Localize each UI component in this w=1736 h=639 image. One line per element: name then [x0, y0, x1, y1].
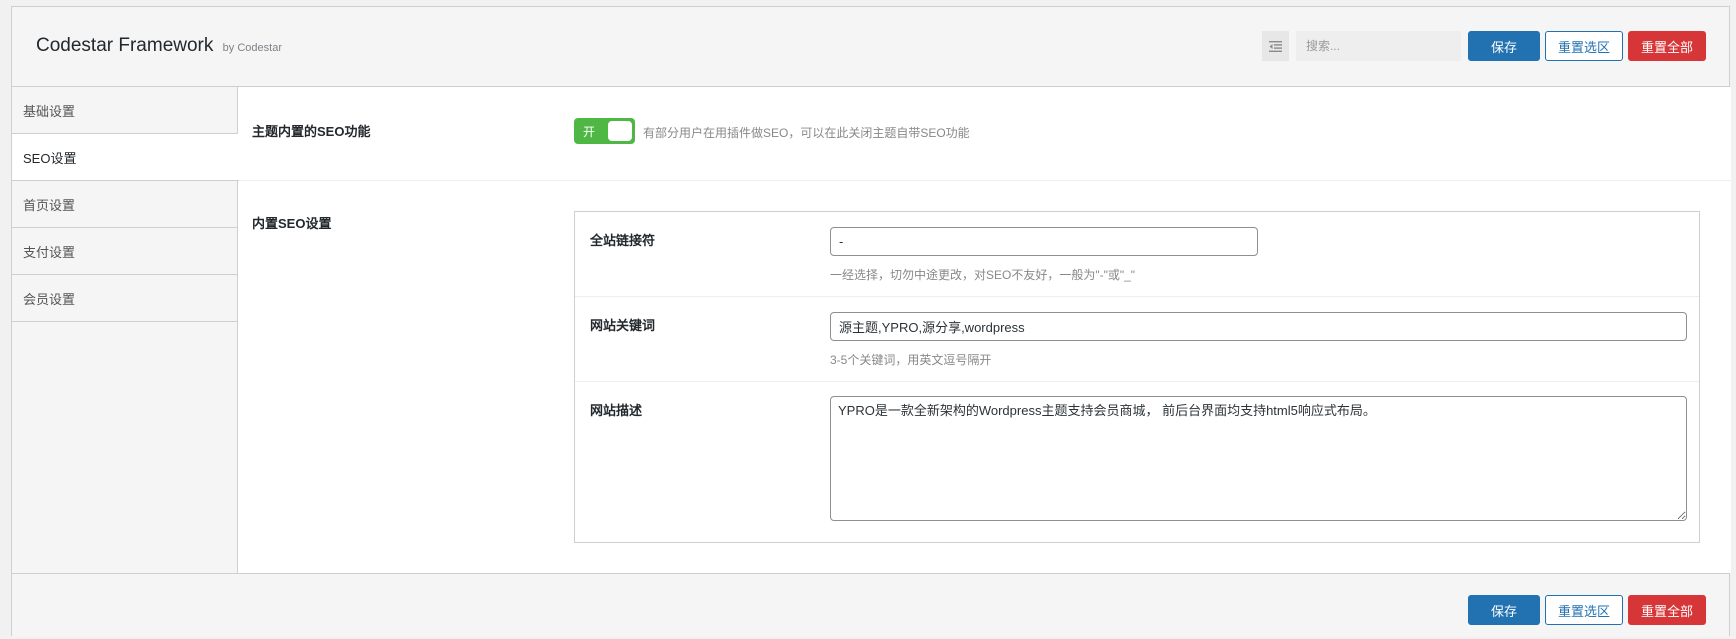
sidebar-item-member[interactable]: 会员设置: [12, 275, 237, 322]
sidebar-item-label: 支付设置: [23, 244, 76, 260]
switch-on-label: 开: [583, 124, 596, 139]
seo-switch[interactable]: 开: [574, 118, 635, 144]
reset-all-button[interactable]: 重置全部: [1627, 31, 1706, 61]
subfield-title: 网站描述: [590, 403, 643, 418]
field-description: 有部分用户在用插件做SEO，可以在此关闭主题自带SEO功能: [643, 126, 970, 140]
site-description-textarea[interactable]: YPRO是一款全新架构的Wordpress主题支持会员商城， 前后台界面均支持h…: [830, 396, 1687, 521]
sidebar-item-home[interactable]: 首页设置: [12, 181, 237, 228]
footer-reset-section-button[interactable]: 重置选区: [1544, 595, 1623, 625]
options-footer: 保存 重置选区 重置全部: [12, 573, 1729, 637]
field-title: 内置SEO设置: [252, 216, 332, 231]
search-input[interactable]: [1295, 31, 1461, 61]
outdent-icon: [1268, 40, 1282, 52]
subfield-title: 网站关键词: [590, 318, 656, 333]
brand-title: Codestar Framework: [36, 35, 214, 56]
sidebar-item-payment[interactable]: 支付设置: [12, 228, 237, 275]
sidebar-item-basic[interactable]: 基础设置: [12, 87, 237, 134]
field-title: 主题内置的SEO功能: [252, 124, 371, 139]
footer-actions: 保存 重置选区 重置全部: [1467, 595, 1706, 625]
footer-save-button[interactable]: 保存: [1467, 595, 1540, 625]
subfield-description: 一经选择，切勿中途更改，对SEO不友好，一般为"-"或"_": [830, 268, 1136, 282]
reset-section-button[interactable]: 重置选区: [1544, 31, 1623, 61]
description-subfield: 网站描述 YPRO是一款全新架构的Wordpress主题支持会员商城， 前后台界…: [575, 382, 1699, 542]
subfield-title: 全站链接符: [590, 233, 656, 248]
switch-knob: [608, 121, 632, 141]
sidebar-item-label: 会员设置: [23, 291, 76, 307]
keywords-input[interactable]: [830, 312, 1687, 341]
save-button[interactable]: 保存: [1467, 31, 1540, 61]
sidebar-nav: 基础设置 SEO设置 首页设置 支付设置 会员设置: [12, 87, 239, 573]
separator-subfield: 全站链接符 一经选择，切勿中途更改，对SEO不友好，一般为"-"或"_": [575, 212, 1699, 297]
subfield-description: 3-5个关键词，用英文逗号隔开: [830, 353, 992, 367]
brand-subtitle: by Codestar: [222, 42, 282, 54]
expand-all-button[interactable]: [1261, 31, 1289, 61]
keywords-subfield: 网站关键词 3-5个关键词，用英文逗号隔开: [575, 297, 1699, 382]
header-actions: 保存 重置选区 重置全部: [1261, 31, 1706, 61]
sidebar-item-label: 首页设置: [23, 197, 76, 213]
brand: Codestar Framework by Codestar: [36, 35, 282, 57]
seo-toggle-field: 主题内置的SEO功能 开 有部分用户在用插件做SEO，可以在此关闭主题自带SEO…: [239, 87, 1731, 181]
seo-fieldset: 全站链接符 一经选择，切勿中途更改，对SEO不友好，一般为"-"或"_" 网站关…: [574, 211, 1700, 543]
sidebar-item-seo[interactable]: SEO设置: [12, 134, 239, 181]
sidebar-item-label: SEO设置: [23, 150, 77, 166]
options-panel: Codestar Framework by Codestar 保存 重置选区 重…: [11, 6, 1731, 637]
options-content: 主题内置的SEO功能 开 有部分用户在用插件做SEO，可以在此关闭主题自带SEO…: [239, 87, 1731, 573]
options-header: Codestar Framework by Codestar 保存 重置选区 重…: [12, 7, 1729, 87]
separator-input[interactable]: [830, 227, 1258, 256]
sidebar-item-label: 基础设置: [23, 103, 76, 119]
builtin-seo-field: 内置SEO设置 全站链接符 一经选择，切勿中途更改，对SEO不友好，一般为"-"…: [239, 181, 1731, 571]
footer-reset-all-button[interactable]: 重置全部: [1627, 595, 1706, 625]
